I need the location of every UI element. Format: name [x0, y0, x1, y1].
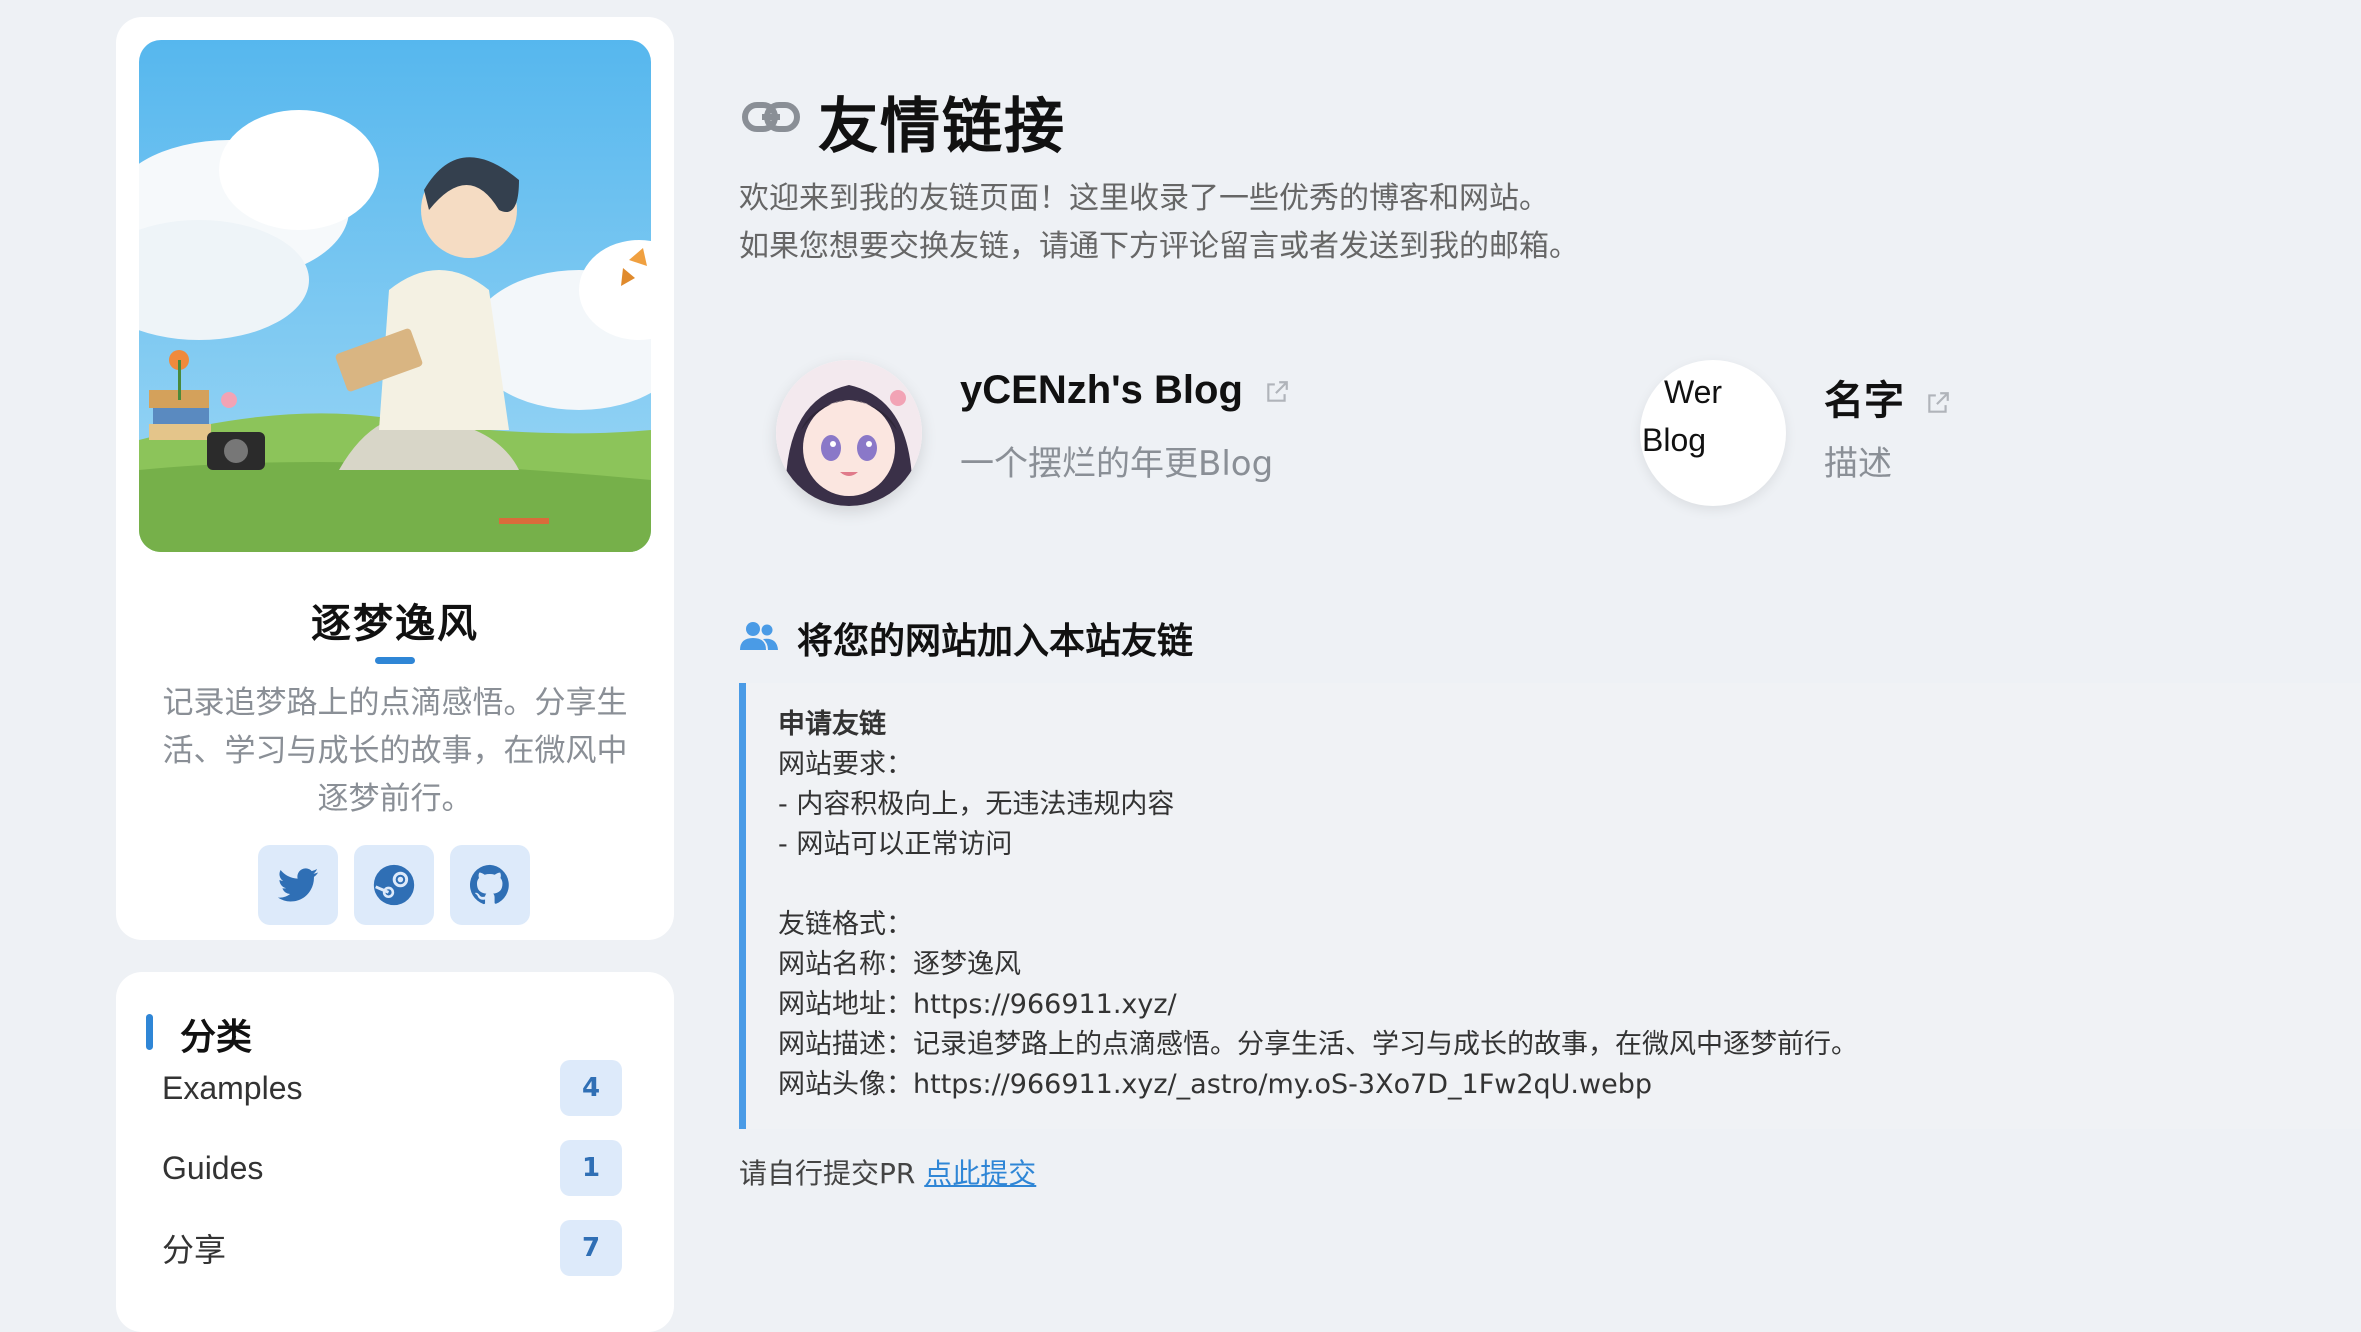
categories-accent-bar [146, 1014, 153, 1050]
category-label: 分享 [162, 1232, 227, 1268]
footer-note: 请自行提交PR 点此提交 [739, 1152, 1036, 1192]
external-link-icon [1928, 392, 1949, 414]
cover-illustration [139, 40, 651, 552]
friend-avatar-broken: Wer Blog [1640, 360, 1786, 506]
friend-avatar [776, 360, 922, 506]
friend-name-text: yCENzh's Blog [960, 368, 1243, 412]
users-icon [740, 622, 778, 650]
apply-text: 申请友链网站要求： - 内容积极向上，无违法违规内容 - 网站可以正常访问 友链格式：… [778, 705, 1858, 1105]
profile-name: 逐梦逸风 [311, 601, 479, 647]
apply-line: 网站名称：逐梦逸风 [778, 949, 1021, 980]
apply-info-box: 申请友链网站要求： - 内容积极向上，无违法违规内容 - 网站可以正常访问 友链格式：… [739, 683, 2361, 1129]
steam-button[interactable] [354, 845, 434, 925]
avatar-alt-line: Wer [1664, 374, 1723, 410]
apply-line: 友链格式： [778, 909, 913, 940]
apply-line: - 网站可以正常访问 [778, 829, 1013, 860]
external-link-icon [1267, 381, 1288, 403]
categories-title: 分类 [180, 1017, 253, 1058]
friend-name: 名字 [1824, 368, 1951, 426]
apply-section-title: 将您的网站加入本站友链 [797, 621, 1194, 662]
profile-cover-image [139, 40, 651, 552]
profile-card: 逐梦逸风 记录追梦路上的点滴感悟。分享生活、学习与成长的故事，在微风中逐梦前行。 [116, 17, 674, 940]
page-title: 友情链接 [818, 92, 1066, 162]
link-icon [742, 102, 800, 132]
github-icon [469, 864, 509, 905]
category-item[interactable]: Examples 4 [162, 1060, 622, 1116]
page-intro: 欢迎来到我的友链页面！这里收录了一些优秀的博客和网站。 如果您想要交换友链，请通… [739, 175, 1579, 271]
categories-card: 分类 Examples 4 Guides 1 分享 7 [116, 972, 674, 1332]
category-count-badge: 7 [560, 1220, 622, 1276]
profile-bio: 记录追梦路上的点滴感悟。分享生活、学习与成长的故事，在微风中逐梦前行。 [162, 685, 628, 817]
apply-line: 网站描述：记录追梦路上的点滴感悟。分享生活、学习与成长的故事，在微风中逐梦前行。 [778, 1029, 1858, 1060]
intro-line: 如果您想要交换友链，请通下方评论留言或者发送到我的邮箱。 [739, 229, 1579, 264]
category-label: Guides [162, 1149, 264, 1186]
avatar-alt-line: Blog [1642, 422, 1707, 458]
friend-card-placeholder[interactable]: Wer Blog 名字 描述 [1640, 360, 2040, 510]
social-links [258, 845, 530, 925]
apply-line: 网站要求： [778, 749, 913, 780]
twitter-button[interactable] [258, 845, 338, 925]
twitter-icon [277, 868, 319, 902]
anime-avatar-image [776, 360, 922, 506]
steam-icon [373, 864, 415, 906]
friend-desc: 一个摆烂的年更Blog [960, 444, 1274, 484]
name-underline [375, 657, 415, 664]
github-button[interactable] [450, 845, 530, 925]
apply-heading: 申请友链 [778, 709, 886, 740]
apply-line [778, 865, 1858, 905]
apply-line: - 内容积极向上，无违法违规内容 [778, 789, 1175, 820]
submit-pr-link[interactable]: 点此提交 [924, 1157, 1036, 1190]
apply-line: 网站地址：https://966911.xyz/ [778, 989, 1177, 1020]
category-item[interactable]: 分享 7 [162, 1220, 622, 1276]
category-count-badge: 4 [560, 1060, 622, 1116]
category-label: Examples [162, 1069, 303, 1106]
friend-desc: 描述 [1824, 444, 1892, 484]
friend-name: yCENzh's Blog [960, 368, 1290, 413]
friend-name-text: 名字 [1824, 379, 1904, 423]
intro-line: 欢迎来到我的友链页面！这里收录了一些优秀的博客和网站。 [739, 181, 1549, 216]
apply-line: 网站头像：https://966911.xyz/_astro/my.oS-3Xo… [778, 1069, 1652, 1100]
avatar-alt-text: Wer Blog [1642, 368, 1722, 464]
friend-card-ycenzh[interactable]: yCENzh's Blog 一个摆烂的年更Blog [776, 360, 1336, 510]
category-item[interactable]: Guides 1 [162, 1140, 622, 1196]
category-count-badge: 1 [560, 1140, 622, 1196]
footer-text: 请自行提交PR [739, 1157, 925, 1190]
